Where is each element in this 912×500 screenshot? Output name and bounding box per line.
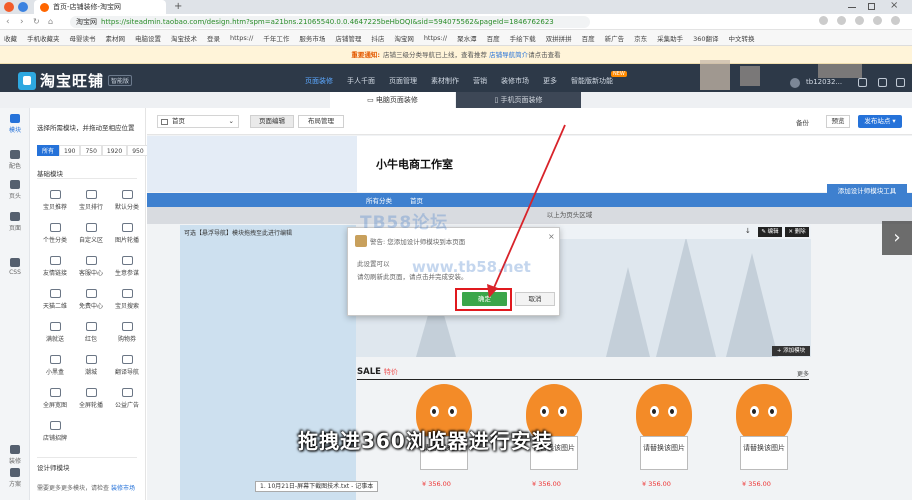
rail-page[interactable]: 页面 [0,212,30,232]
modules-icon [10,114,20,123]
colors-icon [10,150,20,159]
taskbar-tooltip: 1. 10月21日-屏幕下截图技术.txt - 记事本 [255,481,379,492]
rail-label: CSS [9,269,21,276]
css-icon [10,258,20,267]
header-icon [10,180,20,189]
rail-header[interactable]: 页头 [0,180,30,200]
rail-modules[interactable]: 模块 [0,114,30,134]
rail-label: 方案 [8,481,21,488]
rail-label: 页面 [8,225,21,232]
watermark-logo: TB58论坛 [360,213,449,233]
rail-label: 页头 [8,193,21,200]
rail-label: 模块 [8,127,21,134]
decoration-icon [10,445,20,454]
rail-decoration[interactable]: 装修 [0,445,30,465]
watermark-url: www.tb58.net [412,258,531,276]
rail-label: 装修 [8,458,21,465]
scheme-icon [10,468,20,477]
page-icon [10,212,20,221]
rail-colors[interactable]: 配色 [0,150,30,170]
rail-label: 配色 [8,163,21,170]
rail-css[interactable]: CSS [0,258,30,276]
video-subtitle: 拖拽进360浏览器进行安装 [298,429,553,453]
rail-scheme[interactable]: 方案 [0,468,30,488]
